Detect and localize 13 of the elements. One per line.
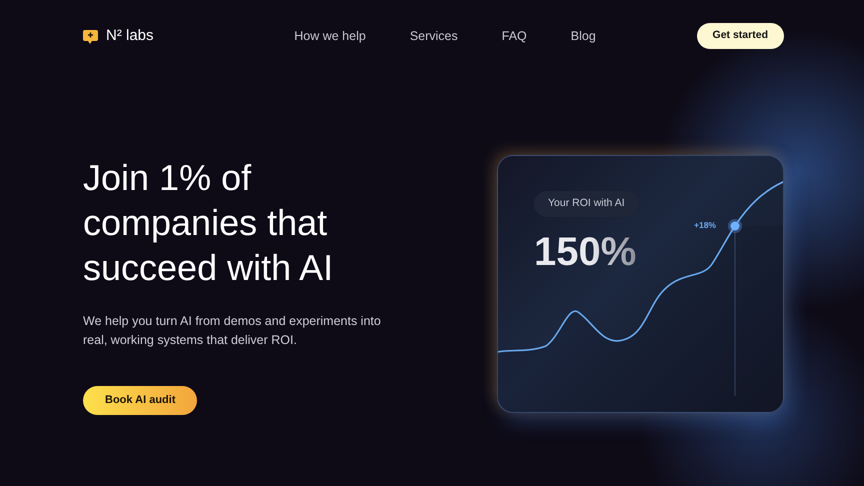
nav-link[interactable]: Blog bbox=[570, 26, 596, 46]
nav-link[interactable]: FAQ bbox=[502, 26, 527, 46]
change-label: +18% bbox=[694, 219, 716, 232]
logo-icon bbox=[83, 28, 98, 44]
nav-link[interactable]: How we help bbox=[294, 26, 366, 46]
book-audit-button[interactable]: Book AI audit bbox=[83, 386, 198, 414]
roi-label: Your ROI with AI bbox=[534, 191, 639, 217]
brand-name: N² labs bbox=[106, 26, 154, 46]
hero-heading: Join 1% of companies that succeed with AI bbox=[83, 156, 334, 290]
nav-link[interactable]: Services bbox=[410, 26, 458, 46]
data-point-icon bbox=[728, 219, 742, 233]
get-started-button[interactable]: Get started bbox=[696, 23, 784, 49]
hero-description: We help you turn AI from demos and experiments into real, working systems that deliver ROI. bbox=[83, 313, 382, 349]
